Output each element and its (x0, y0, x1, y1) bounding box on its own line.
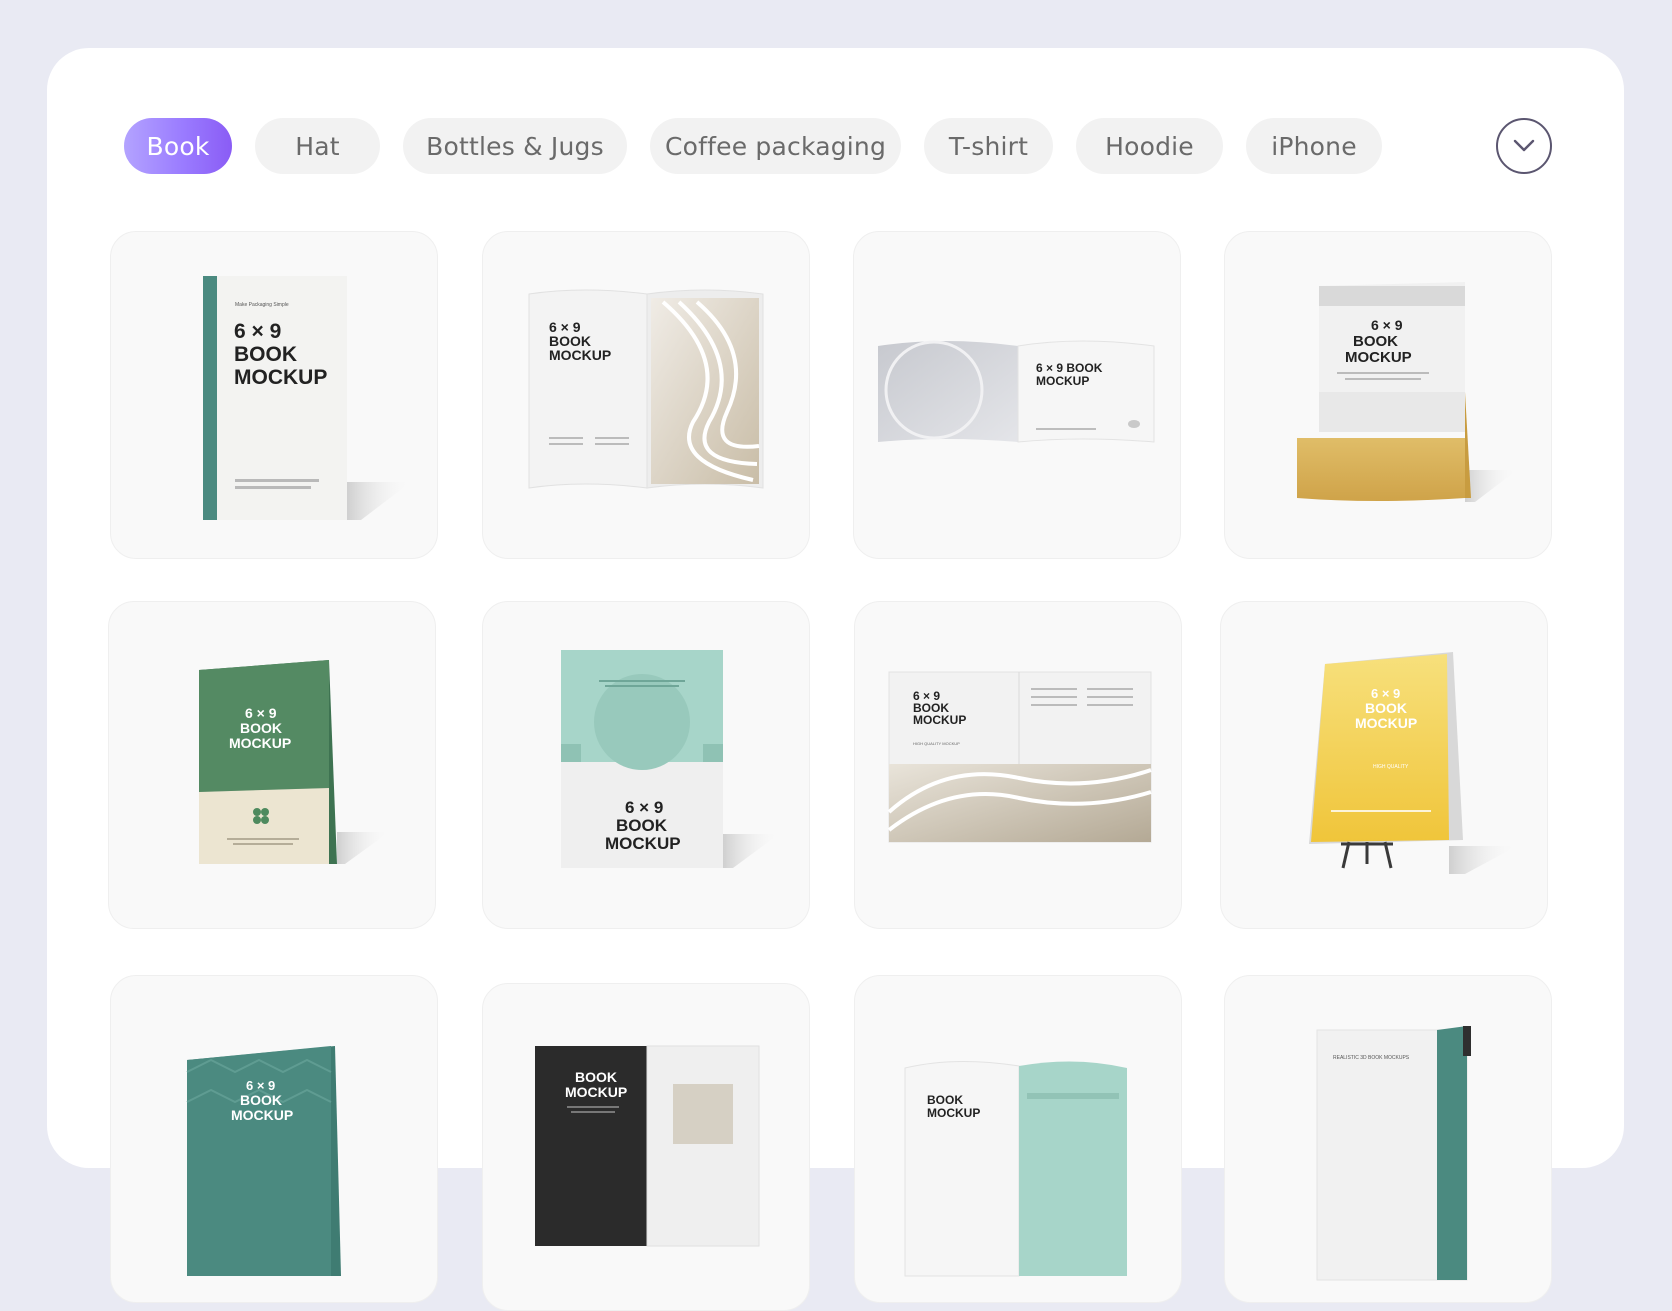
book-mockup-image: 6 × 9 BOOK MOCKUP HIGH QUALITY (1309, 652, 1517, 874)
mockup-subtitle: MOCKUP (1355, 715, 1417, 731)
mockup-subtitle: MOCKUP (1345, 349, 1412, 366)
book-mockup-image: 6 × 9 BOOK MOCKUP (199, 660, 389, 864)
tab-t-shirt[interactable]: T-shirt (924, 118, 1053, 174)
tab-bottles-jugs[interactable]: Bottles & Jugs (403, 118, 627, 174)
quality-tag: HIGH QUALITY MOCKUP (913, 741, 960, 746)
book-mockup-image: 6 × 9 BOOK MOCKUP (528, 289, 764, 489)
mockup-card[interactable]: BOOK MOCKUP (854, 975, 1182, 1303)
book-mockup-image: 6 × 9 BOOK MOCKUP (186, 1046, 341, 1276)
mockup-card[interactable]: 6 × 9 BOOK MOCKUP HIGH QUALITY MOCKUP (854, 601, 1182, 929)
mockup-card[interactable]: BOOK MOCKUP (482, 983, 810, 1311)
mockup-gallery-panel: Book Hat Bottles & Jugs Coffee packaging… (47, 48, 1624, 1311)
tab-book[interactable]: Book (124, 118, 232, 174)
mockup-title: BOOK (240, 1092, 282, 1108)
mockup-card[interactable]: REALISTIC 3D BOOK MOCKUPS (1224, 975, 1552, 1303)
mockup-title: BOOK (240, 720, 282, 736)
chevron-down-icon (1513, 139, 1535, 152)
more-categories-button[interactable] (1496, 118, 1552, 174)
mockup-subtitle: MOCKUP (549, 347, 611, 363)
mockup-subtitle: MOCKUP (1036, 374, 1089, 388)
book-mockup-image: 6 × 9 BOOK MOCKUP (1297, 282, 1517, 502)
tab-iphone[interactable]: iPhone (1246, 118, 1382, 174)
book-mockup-image: BOOK MOCKUP (904, 1060, 1127, 1277)
book-mockup-image: 6 × 9 BOOK MOCKUP (878, 340, 1155, 443)
mockup-card[interactable]: 6 × 9 BOOK MOCKUP (853, 231, 1181, 559)
tab-coffee-packaging[interactable]: Coffee packaging (650, 118, 901, 174)
book-mockup-image: REALISTIC 3D BOOK MOCKUPS (1316, 1026, 1471, 1281)
mockup-subtitle: MOCKUP (231, 1107, 293, 1123)
mockup-card[interactable]: 6 × 9 BOOK MOCKUP (482, 601, 810, 929)
tab-hat[interactable]: Hat (255, 118, 380, 174)
mockup-size-book: 6 × 9 BOOK (1036, 361, 1103, 375)
mockup-size: 6 × 9 (1371, 686, 1400, 701)
mockup-size: 6 × 9 (234, 320, 281, 343)
mockup-title: BOOK (616, 816, 668, 835)
mockup-card[interactable]: 6 × 9 BOOK MOCKUP HIGH QUALITY (1220, 601, 1548, 929)
book-mockup-image: 6 × 9 BOOK MOCKUP (561, 650, 779, 868)
mockup-subtitle: MOCKUP (234, 366, 327, 389)
mockup-subtitle: MOCKUP (565, 1084, 627, 1100)
quality-tag: HIGH QUALITY (1373, 764, 1409, 770)
mockup-title: BOOK (927, 1093, 963, 1107)
mockup-card[interactable]: 6 × 9 BOOK MOCKUP (482, 231, 810, 559)
mockup-title: BOOK (1365, 700, 1407, 716)
book-mockup-image: Make Packaging Simple 6 × 9 BOOK MOCKUP (203, 276, 411, 520)
mockup-card[interactable]: 6 × 9 BOOK MOCKUP (108, 601, 436, 929)
mockup-title: BOOK (575, 1069, 617, 1085)
mockup-subtitle: MOCKUP (927, 1106, 980, 1120)
mockup-size: 6 × 9 (246, 1078, 275, 1093)
easel-stand (1341, 841, 1393, 869)
mockup-card[interactable]: 6 × 9 BOOK MOCKUP (110, 975, 438, 1303)
book-mockup-image: BOOK MOCKUP (535, 1045, 760, 1247)
book-mockup-image: 6 × 9 BOOK MOCKUP HIGH QUALITY MOCKUP (887, 671, 1152, 843)
mockup-title: BOOK (1353, 333, 1398, 350)
mockup-subtitle: MOCKUP (605, 834, 681, 853)
mockup-subtitle: MOCKUP (913, 713, 966, 727)
mockup-card[interactable]: Make Packaging Simple 6 × 9 BOOK MOCKUP (110, 231, 438, 559)
tab-hoodie[interactable]: Hoodie (1076, 118, 1223, 174)
mockup-size: 6 × 9 (245, 705, 277, 721)
mockup-size: 6 × 9 (1371, 317, 1403, 333)
brand-tag: Make Packaging Simple (235, 302, 289, 308)
mockup-title: BOOK (234, 343, 297, 366)
mockup-subtitle: MOCKUP (229, 735, 291, 751)
realistic-tag: REALISTIC 3D BOOK MOCKUPS (1333, 1055, 1410, 1061)
mockup-card[interactable]: 6 × 9 BOOK MOCKUP (1224, 231, 1552, 559)
mockup-size: 6 × 9 (625, 798, 663, 817)
